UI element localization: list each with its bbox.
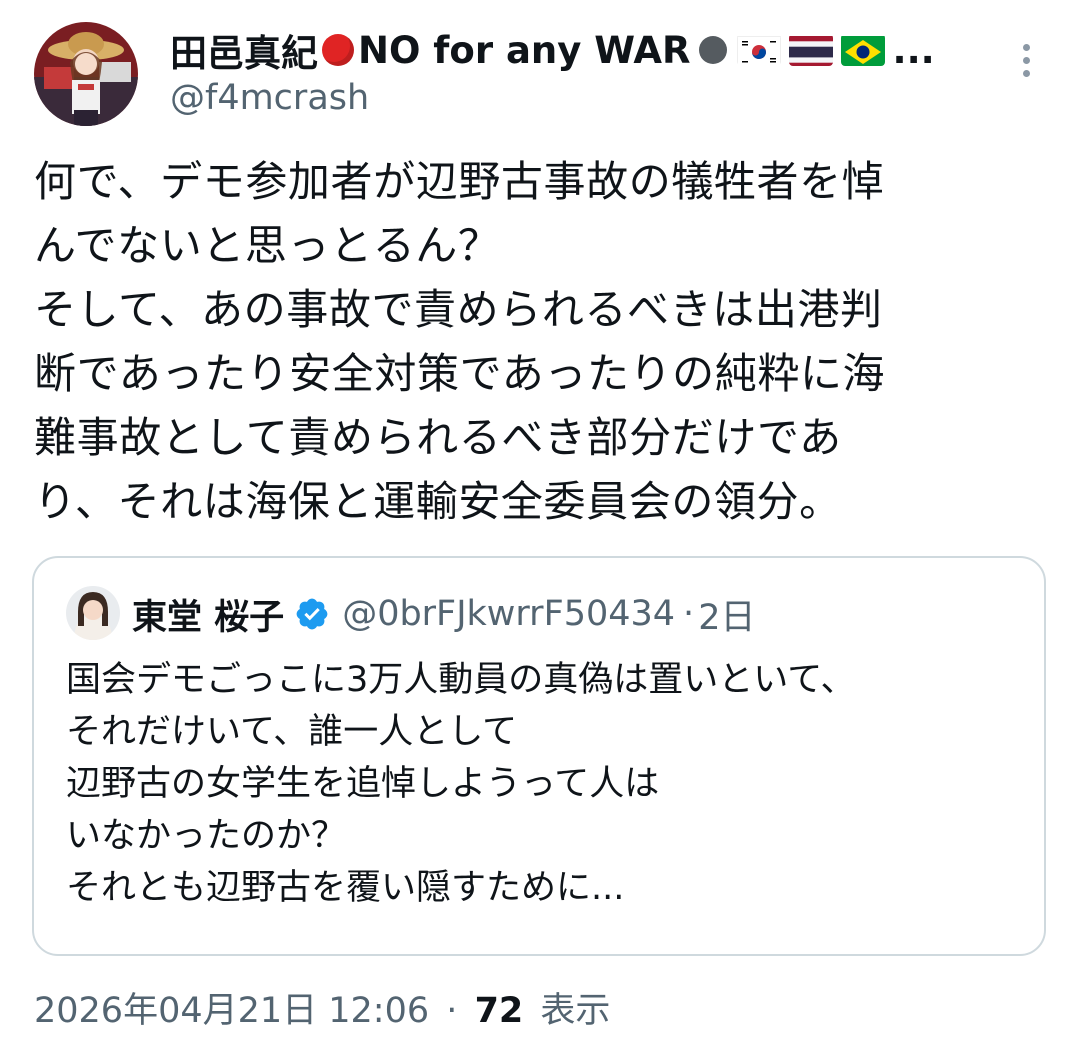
verified-badge-icon: [296, 598, 328, 630]
red-circle-icon: [322, 34, 354, 66]
author-avatar[interactable]: [34, 22, 138, 126]
author-display-name[interactable]: 田邑真紀 NO for any WAR ...: [170, 24, 935, 76]
author-slogan: NO for any WAR: [358, 28, 691, 72]
quoted-tweet[interactable]: 東堂 桜子 @0brFJkwrrF50434 · 2日 国会デモごっこに3万人動…: [32, 556, 1046, 956]
author-handle[interactable]: @f4mcrash: [170, 78, 369, 118]
quoted-author-name[interactable]: 東堂 桜子: [132, 589, 284, 640]
quoted-timestamp[interactable]: 2日: [698, 589, 755, 640]
br-flag-icon: [840, 34, 885, 66]
meta-separator: ·: [446, 991, 458, 1031]
tweet-timestamp[interactable]: 2026年04月21日 12:06: [34, 991, 429, 1031]
more-options-icon[interactable]: [1014, 44, 1038, 84]
quoted-separator: ·: [683, 594, 695, 634]
author-name: 田邑真紀: [170, 32, 318, 75]
name-ellipsis: ...: [892, 28, 935, 72]
quoted-author-avatar[interactable]: [66, 586, 120, 640]
views-label: 表示: [540, 991, 611, 1031]
tweet-text: 何で、デモ参加者が辺野古事故の犠牲者を悼 んでないと思っとるん？ そして、あの事…: [34, 157, 886, 526]
quoted-author-handle[interactable]: @0brFJkwrrF50434: [342, 594, 675, 634]
quoted-tweet-text: 国会デモごっこに3万人動員の真偽は置いといて、 それだけいて、誰一人として 辺野…: [66, 660, 856, 908]
views-count: 72: [474, 991, 524, 1031]
th-flag-icon: [788, 34, 833, 66]
kr-flag-icon: [736, 34, 781, 66]
black-circle-icon: [698, 36, 727, 64]
tweet-meta: 2026年04月21日 12:06 · 72 表示: [34, 982, 610, 1033]
quoted-header: 東堂 桜子 @0brFJkwrrF50434 · 2日: [132, 588, 755, 640]
